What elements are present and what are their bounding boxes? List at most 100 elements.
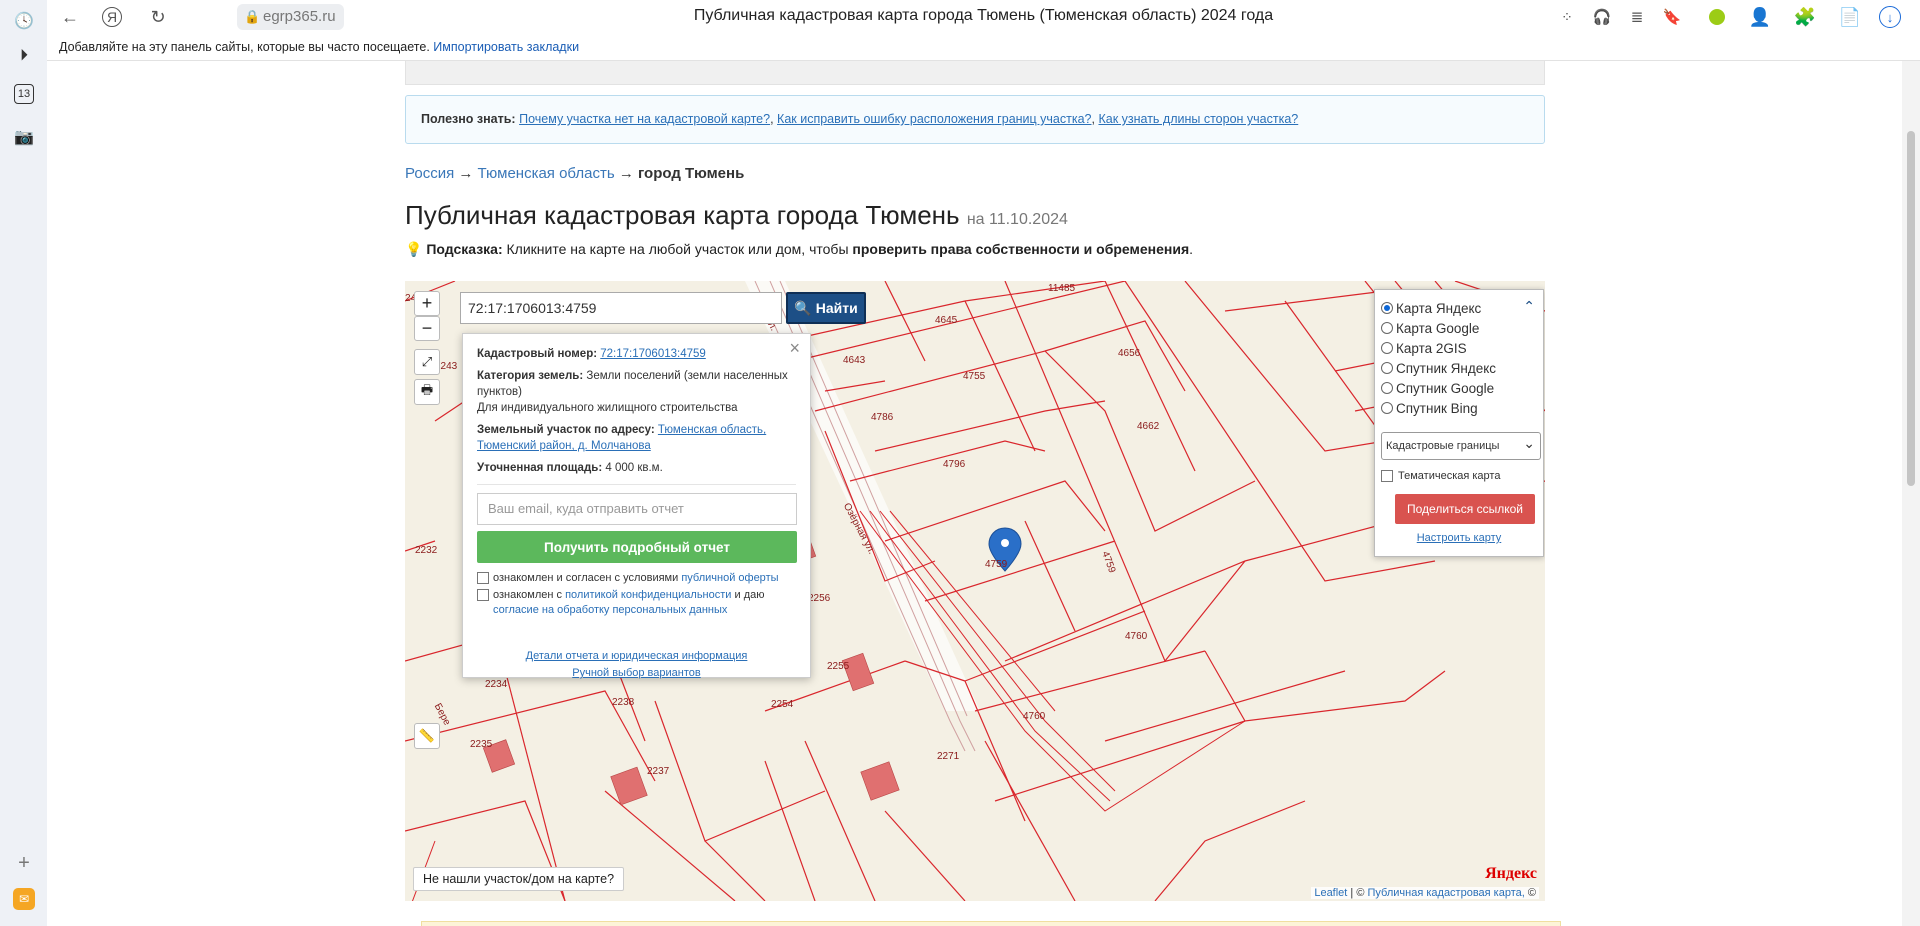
offer-text: ознакомлен и согласен с условиями <box>493 572 679 584</box>
radio[interactable] <box>1381 362 1393 374</box>
close-icon[interactable]: × <box>789 338 800 359</box>
calendar-icon[interactable]: 13 <box>14 84 34 104</box>
breadcrumb-current: город Тюмень <box>637 165 745 182</box>
headphones-icon[interactable]: 🎧 <box>1589 4 1615 30</box>
share-link-button[interactable]: Поделиться ссылкой <box>1395 494 1535 524</box>
layer-option-2gis-map[interactable]: Карта 2GIS <box>1381 338 1537 358</box>
layer-option-bing-sat[interactable]: Спутник Bing <box>1381 398 1537 418</box>
privacy-checkbox-row: ознакомлен с политикой конфиденциальност… <box>477 588 796 618</box>
layer-option-label: Спутник Google <box>1396 380 1495 396</box>
leaflet-link[interactable]: Leaflet <box>1314 887 1347 899</box>
privacy-link[interactable]: политикой конфиденциальности <box>565 589 731 601</box>
email-input[interactable]: Ваш email, куда отправить отчет <box>477 493 797 525</box>
manual-select-link[interactable]: Ручной выбор вариантов <box>572 667 700 679</box>
page-scrollbar[interactable] <box>1902 61 1920 926</box>
zoom-in-button[interactable]: + <box>414 291 440 316</box>
useful-link-sides[interactable]: Как узнать длины сторон участка? <box>1098 112 1298 126</box>
svg-text:4645: 4645 <box>935 315 958 326</box>
mail-icon[interactable]: ✉ <box>13 888 35 910</box>
breadcrumb-region[interactable]: Тюменская область <box>478 165 615 182</box>
layer-option-label: Спутник Яндекс <box>1396 360 1497 376</box>
attrib-sep: | © <box>1350 887 1365 899</box>
page-title: Публичная кадастровая карта города Тюмен… <box>405 200 1068 231</box>
cadastral-map[interactable]: 4645 11485 4643 4755 4656 4786 4662 4796… <box>405 281 1545 901</box>
yandex-icon[interactable]: Я <box>102 7 122 27</box>
layer-option-label: Карта Google <box>1396 320 1480 336</box>
useful-link-missing[interactable]: Почему участка нет на кадастровой карте? <box>519 112 770 126</box>
thematic-checkbox[interactable] <box>1381 470 1393 482</box>
useful-label: Полезно знать: <box>421 112 516 126</box>
layer-option-google-sat[interactable]: Спутник Google <box>1381 378 1537 398</box>
add-icon[interactable]: + <box>11 850 37 876</box>
radio[interactable] <box>1381 402 1393 414</box>
reload-icon[interactable]: ↻ <box>145 4 171 30</box>
import-bookmarks-link[interactable]: Импортировать закладки <box>433 40 579 54</box>
reader-icon[interactable]: ≣ <box>1624 4 1650 30</box>
lock-icon: 🔒 <box>244 9 261 24</box>
radio[interactable] <box>1381 322 1393 334</box>
hint-label: Подсказка: <box>426 241 503 257</box>
layer-option-google-map[interactable]: Карта Google <box>1381 318 1537 338</box>
area-value: 4 000 кв.м. <box>605 462 663 474</box>
search-button[interactable]: 🔍 Найти <box>786 292 866 324</box>
setup-map-link[interactable]: Настроить карту <box>1381 532 1537 544</box>
extension-green-icon[interactable] <box>1704 4 1730 30</box>
svg-text:11485: 11485 <box>1048 283 1076 294</box>
svg-text:2254: 2254 <box>771 699 794 710</box>
personal-data-link[interactable]: согласие на обработку персональных данны… <box>493 604 727 616</box>
radio[interactable] <box>1381 382 1393 394</box>
svg-text:2237: 2237 <box>647 766 670 777</box>
svg-text:4760: 4760 <box>1125 631 1148 642</box>
download-icon[interactable]: ↓ <box>1879 6 1901 28</box>
layer-option-yandex-map[interactable]: Карта Яндекс <box>1381 298 1537 318</box>
print-icon[interactable]: 🖶 <box>414 379 440 405</box>
get-report-button[interactable]: Получить подробный отчет <box>477 531 797 563</box>
svg-text:4786: 4786 <box>871 412 894 423</box>
map-attribution: Leaflet | © Публичная кадастровая карта,… <box>1311 887 1539 899</box>
radio-selected[interactable] <box>1381 302 1393 314</box>
offer-checkbox[interactable] <box>477 572 489 584</box>
layer-option-yandex-sat[interactable]: Спутник Яндекс <box>1381 358 1537 378</box>
breadcrumb: Россия → Тюменская область → город Тюмен… <box>405 165 744 182</box>
browser-sidebar: 🕓 ⏵ 13 📷 + ✉ <box>0 0 47 926</box>
play-icon[interactable]: ⏵ <box>11 43 37 69</box>
extensions-icon[interactable]: 🧩 <box>1792 4 1818 30</box>
extension-pdf-icon[interactable]: 📄 <box>1837 4 1863 30</box>
offer-checkbox-row: ознакомлен и согласен с условиями публич… <box>477 571 796 586</box>
cadastral-search-input[interactable] <box>460 292 782 324</box>
grid-icon[interactable]: ⁘ <box>1554 4 1580 30</box>
page-title-date: на 11.10.2024 <box>966 211 1068 228</box>
category-row: Категория земель: Земли поселений (земли… <box>477 368 796 400</box>
breadcrumb-russia[interactable]: Россия <box>405 165 454 182</box>
chevron-up-icon[interactable]: ⌃ <box>1523 298 1535 315</box>
hint-text: Кликните на карте на любой участок или д… <box>506 241 849 257</box>
land-use-value: Для индивидуального жилищного строительс… <box>477 402 738 414</box>
back-icon[interactable]: ← <box>57 4 83 30</box>
overlay-select[interactable]: Кадастровые границы <box>1381 430 1541 460</box>
scrollbar-thumb[interactable] <box>1907 131 1915 486</box>
report-details-link[interactable]: Детали отчета и юридическая информация <box>526 650 748 662</box>
thematic-map-row[interactable]: Тематическая карта <box>1381 470 1537 482</box>
layers-panel: ⌃ Карта Яндекс Карта Google Карта 2GIS С… <box>1374 289 1544 557</box>
privacy-checkbox[interactable] <box>477 589 489 601</box>
address-bar[interactable]: 🔒 egrp365.ru <box>237 4 344 30</box>
top-gray-block <box>405 61 1545 85</box>
layer-option-label: Спутник Bing <box>1396 400 1478 416</box>
bookmark-icon[interactable]: 🔖 <box>1659 4 1685 30</box>
cad-number-link[interactable]: 72:17:1706013:4759 <box>600 348 706 360</box>
fullscreen-icon[interactable]: ⤢ <box>414 349 440 375</box>
history-icon[interactable]: 🕓 <box>11 8 37 34</box>
privacy-mid-text: и даю <box>734 589 765 601</box>
not-found-button[interactable]: Не нашли участок/дом на карте? <box>413 867 625 891</box>
offer-link[interactable]: публичной оферты <box>681 572 778 584</box>
extension-person-icon[interactable]: 👤 <box>1747 4 1773 30</box>
radio[interactable] <box>1381 342 1393 354</box>
useful-link-fix-error[interactable]: Как исправить ошибку расположения границ… <box>777 112 1091 126</box>
svg-text:4656: 4656 <box>1118 348 1141 359</box>
svg-text:2235: 2235 <box>470 739 493 750</box>
cadastral-map-link[interactable]: Публичная кадастровая карта, <box>1368 887 1525 899</box>
zoom-out-button[interactable]: − <box>414 316 440 341</box>
ruler-icon[interactable]: 📏 <box>414 723 440 749</box>
screenshot-icon[interactable]: 📷 <box>11 124 37 150</box>
area-row: Уточненная площадь: 4 000 кв.м. <box>477 460 796 476</box>
